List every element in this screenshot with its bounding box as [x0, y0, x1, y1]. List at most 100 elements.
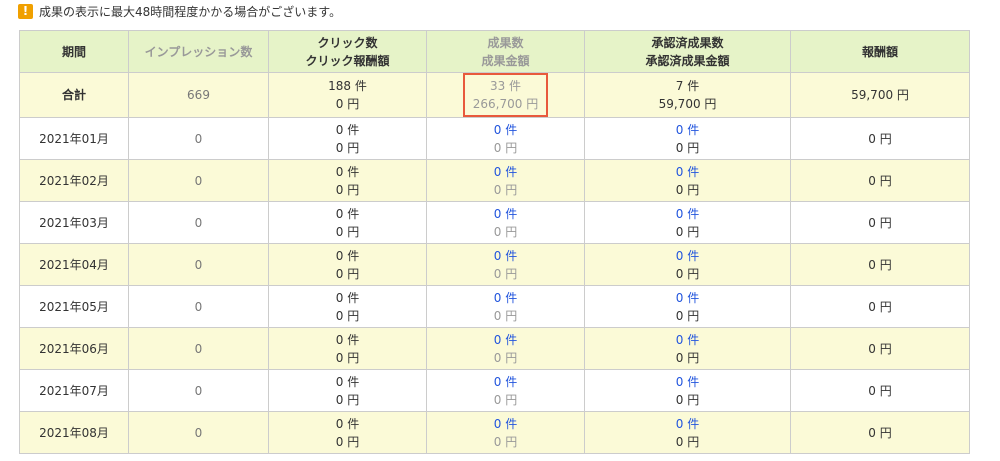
row-impressions: 0: [128, 159, 269, 202]
row-approved-count-link[interactable]: 0 件: [593, 163, 782, 181]
row-reward: 0 円: [790, 285, 970, 328]
row-click-count: 0 件: [335, 122, 360, 137]
row-conversions: 0 件0 円: [426, 285, 585, 328]
row-conversion-amount: 0 円: [493, 392, 518, 407]
row-click-reward: 0 円: [335, 308, 360, 323]
row-conversion-count-link[interactable]: 0 件: [435, 205, 576, 223]
row-period: 2021年04月: [19, 243, 129, 286]
row-approved-amount: 0 円: [675, 434, 700, 449]
row-clicks: 0 件0 円: [268, 327, 427, 370]
table-row: 2021年03月 0 0 件0 円0 件0 円0 件0 円0 円: [19, 201, 970, 244]
row-reward: 0 円: [790, 117, 970, 160]
row-reward: 0 円: [790, 327, 970, 370]
row-impressions: 0: [128, 285, 269, 328]
row-conversions: 0 件0 円: [426, 411, 585, 454]
row-approved-amount: 0 円: [675, 140, 700, 155]
row-period: 2021年01月: [19, 117, 129, 160]
row-approved: 0 件0 円: [584, 117, 791, 160]
row-click-reward: 0 円: [335, 224, 360, 239]
row-approved: 0 件0 円: [584, 201, 791, 244]
row-clicks: 0 件0 円: [268, 201, 427, 244]
table-row: 2021年07月 0 0 件0 円0 件0 円0 件0 円0 円: [19, 369, 970, 412]
row-approved-count-link[interactable]: 0 件: [593, 331, 782, 349]
row-period: 2021年06月: [19, 327, 129, 370]
row-conversions: 0 件0 円: [426, 369, 585, 412]
row-conversion-amount: 0 円: [493, 434, 518, 449]
row-period: 2021年02月: [19, 159, 129, 202]
row-reward: 0 円: [790, 201, 970, 244]
row-conversion-count-link[interactable]: 0 件: [435, 121, 576, 139]
row-impressions: 0: [128, 243, 269, 286]
row-reward: 0 円: [790, 159, 970, 202]
report-table: 期間 インプレッション数 クリック数 クリック報酬額 成果数 成果金額 承認済成…: [19, 30, 970, 454]
row-approved-count-link[interactable]: 0 件: [593, 121, 782, 139]
row-conversion-count-link[interactable]: 0 件: [435, 163, 576, 181]
row-approved-count-link[interactable]: 0 件: [593, 247, 782, 265]
row-conversions: 0 件0 円: [426, 159, 585, 202]
row-click-count: 0 件: [335, 416, 360, 431]
row-approved-amount: 0 円: [675, 308, 700, 323]
total-click-reward: 0 円: [335, 97, 360, 111]
row-approved-amount: 0 円: [675, 182, 700, 197]
row-clicks: 0 件0 円: [268, 369, 427, 412]
row-click-reward: 0 円: [335, 350, 360, 365]
table-row: 2021年02月 0 0 件0 円0 件0 円0 件0 円0 円: [19, 159, 970, 202]
row-impressions: 0: [128, 327, 269, 370]
row-approved-count-link[interactable]: 0 件: [593, 373, 782, 391]
row-approved: 0 件0 円: [584, 285, 791, 328]
row-impressions: 0: [128, 369, 269, 412]
table-row: 2021年08月 0 0 件0 円0 件0 円0 件0 円0 円: [19, 411, 970, 454]
row-click-reward: 0 円: [335, 392, 360, 407]
row-click-reward: 0 円: [335, 140, 360, 155]
total-conversion-amount: 266,700 円: [472, 97, 539, 111]
header-click-reward: クリック報酬額: [305, 53, 390, 68]
row-approved: 0 件0 円: [584, 159, 791, 202]
row-click-count: 0 件: [335, 206, 360, 221]
row-conversions: 0 件0 円: [426, 327, 585, 370]
table-row: 2021年06月 0 0 件0 円0 件0 円0 件0 円0 円: [19, 327, 970, 370]
conversion-highlight-box: 33 件 266,700 円: [462, 73, 549, 117]
row-conversion-count-link[interactable]: 0 件: [435, 247, 576, 265]
row-conversion-count-link[interactable]: 0 件: [435, 373, 576, 391]
notice-text: 成果の表示に最大48時間程度かかる場合がございます。: [39, 4, 342, 19]
header-conversion-amount: 成果金額: [481, 53, 530, 68]
row-conversions: 0 件0 円: [426, 243, 585, 286]
header-approved: 承認済成果数 承認済成果金額: [584, 30, 791, 73]
row-period: 2021年08月: [19, 411, 129, 454]
row-approved-count-link[interactable]: 0 件: [593, 205, 782, 223]
row-impressions: 0: [128, 411, 269, 454]
total-conversions: 33 件 266,700 円: [426, 72, 585, 118]
row-conversion-count-link[interactable]: 0 件: [435, 331, 576, 349]
row-reward: 0 円: [790, 411, 970, 454]
row-click-count: 0 件: [335, 248, 360, 263]
header-reward: 報酬額: [790, 30, 970, 73]
row-conversion-count-link[interactable]: 0 件: [435, 415, 576, 433]
row-reward: 0 円: [790, 369, 970, 412]
row-click-count: 0 件: [335, 332, 360, 347]
row-approved-count-link[interactable]: 0 件: [593, 415, 782, 433]
row-conversion-amount: 0 円: [493, 350, 518, 365]
row-conversions: 0 件0 円: [426, 117, 585, 160]
row-approved-count-link[interactable]: 0 件: [593, 289, 782, 307]
row-conversion-count-link[interactable]: 0 件: [435, 289, 576, 307]
total-period: 合計: [19, 72, 129, 118]
table-row: 2021年04月 0 0 件0 円0 件0 円0 件0 円0 円: [19, 243, 970, 286]
header-clicks: クリック数 クリック報酬額: [268, 30, 427, 73]
header-period: 期間: [19, 30, 129, 73]
row-conversions: 0 件0 円: [426, 201, 585, 244]
total-row: 合計 669 188 件 0 円 33 件 266,700 円 7 件 59,7…: [19, 72, 970, 118]
row-clicks: 0 件0 円: [268, 159, 427, 202]
total-approved-count: 7 件: [675, 79, 700, 93]
row-click-count: 0 件: [335, 290, 360, 305]
row-conversion-amount: 0 円: [493, 308, 518, 323]
row-clicks: 0 件0 円: [268, 411, 427, 454]
table-header-row: 期間 インプレッション数 クリック数 クリック報酬額 成果数 成果金額 承認済成…: [19, 30, 970, 73]
row-approved-amount: 0 円: [675, 266, 700, 281]
row-conversion-amount: 0 円: [493, 140, 518, 155]
row-clicks: 0 件0 円: [268, 117, 427, 160]
row-click-reward: 0 円: [335, 182, 360, 197]
row-click-reward: 0 円: [335, 434, 360, 449]
total-clicks: 188 件 0 円: [268, 72, 427, 118]
row-clicks: 0 件0 円: [268, 243, 427, 286]
row-period: 2021年03月: [19, 201, 129, 244]
